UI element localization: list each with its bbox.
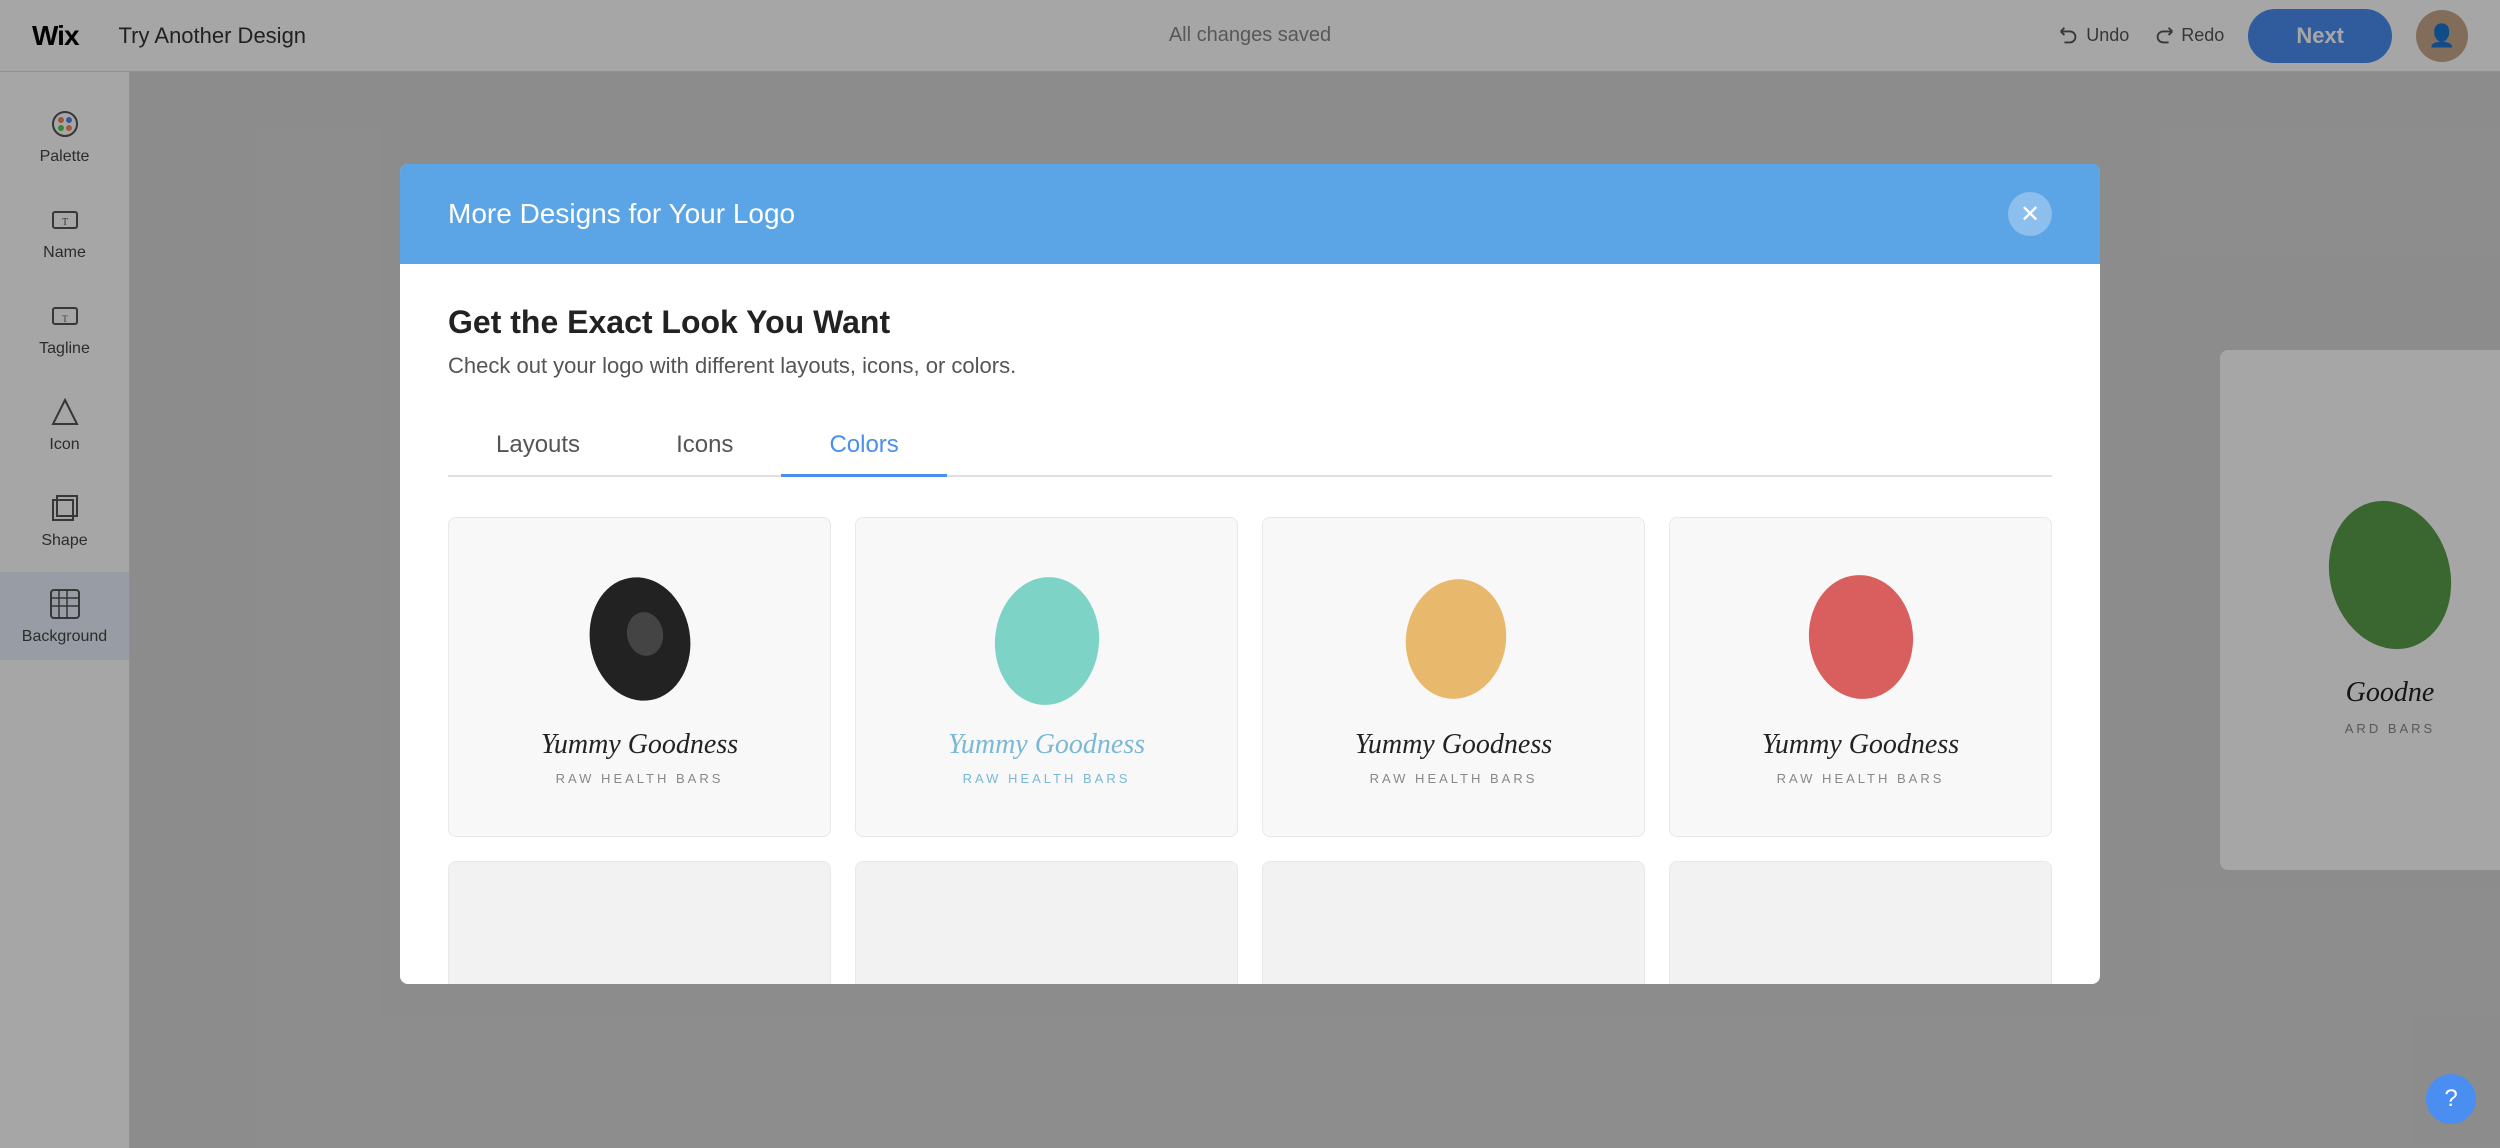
tab-colors[interactable]: Colors <box>781 415 946 475</box>
logo-card-black[interactable]: Yummy Goodness Raw Health Bars <box>448 517 831 837</box>
modal-headline: Get the Exact Look You Want <box>448 304 2052 341</box>
tab-layouts[interactable]: Layouts <box>448 415 628 475</box>
logo-card-orange[interactable]: Yummy Goodness Raw Health Bars <box>1262 517 1645 837</box>
black-blob <box>570 569 710 719</box>
logo-card-red-sub: Raw Health Bars <box>1777 771 1945 786</box>
logo-card-red-name: Yummy Goodness <box>1762 729 1959 761</box>
modal-header-title: More Designs for Your Logo <box>448 198 795 230</box>
logo-card-empty-2[interactable] <box>855 861 1238 984</box>
logo-card-black-name: Yummy Goodness <box>541 729 738 761</box>
tab-icons[interactable]: Icons <box>628 415 781 475</box>
logo-card-black-sub: Raw Health Bars <box>556 771 724 786</box>
red-blob <box>1791 569 1931 719</box>
logo-grid-top: Yummy Goodness Raw Health Bars Yummy Goo… <box>448 517 2052 837</box>
logo-card-empty-4[interactable] <box>1669 861 2052 984</box>
logo-card-teal[interactable]: Yummy Goodness Raw Health Bars <box>855 517 1238 837</box>
logo-card-empty-1[interactable] <box>448 861 831 984</box>
modal-close-button[interactable]: ✕ <box>2008 192 2052 236</box>
logo-card-empty-3[interactable] <box>1262 861 1645 984</box>
orange-blob <box>1384 569 1524 719</box>
modal-tabs: Layouts Icons Colors <box>448 415 2052 477</box>
modal-overlay: More Designs for Your Logo ✕ Get the Exa… <box>0 0 2500 1148</box>
logo-card-teal-name: Yummy Goodness <box>948 729 1145 761</box>
teal-blob <box>977 569 1117 719</box>
modal-body: Get the Exact Look You Want Check out yo… <box>400 264 2100 984</box>
modal-header: More Designs for Your Logo ✕ <box>400 164 2100 264</box>
logo-card-teal-sub: Raw Health Bars <box>963 771 1131 786</box>
help-button[interactable]: ? <box>2426 1074 2476 1124</box>
modal-subtitle: Check out your logo with different layou… <box>448 353 2052 379</box>
logo-card-red[interactable]: Yummy Goodness Raw Health Bars <box>1669 517 2052 837</box>
logo-grid-bottom <box>448 861 2052 984</box>
logo-card-orange-name: Yummy Goodness <box>1355 729 1552 761</box>
logo-designs-modal: More Designs for Your Logo ✕ Get the Exa… <box>400 164 2100 984</box>
logo-card-orange-sub: Raw Health Bars <box>1370 771 1538 786</box>
